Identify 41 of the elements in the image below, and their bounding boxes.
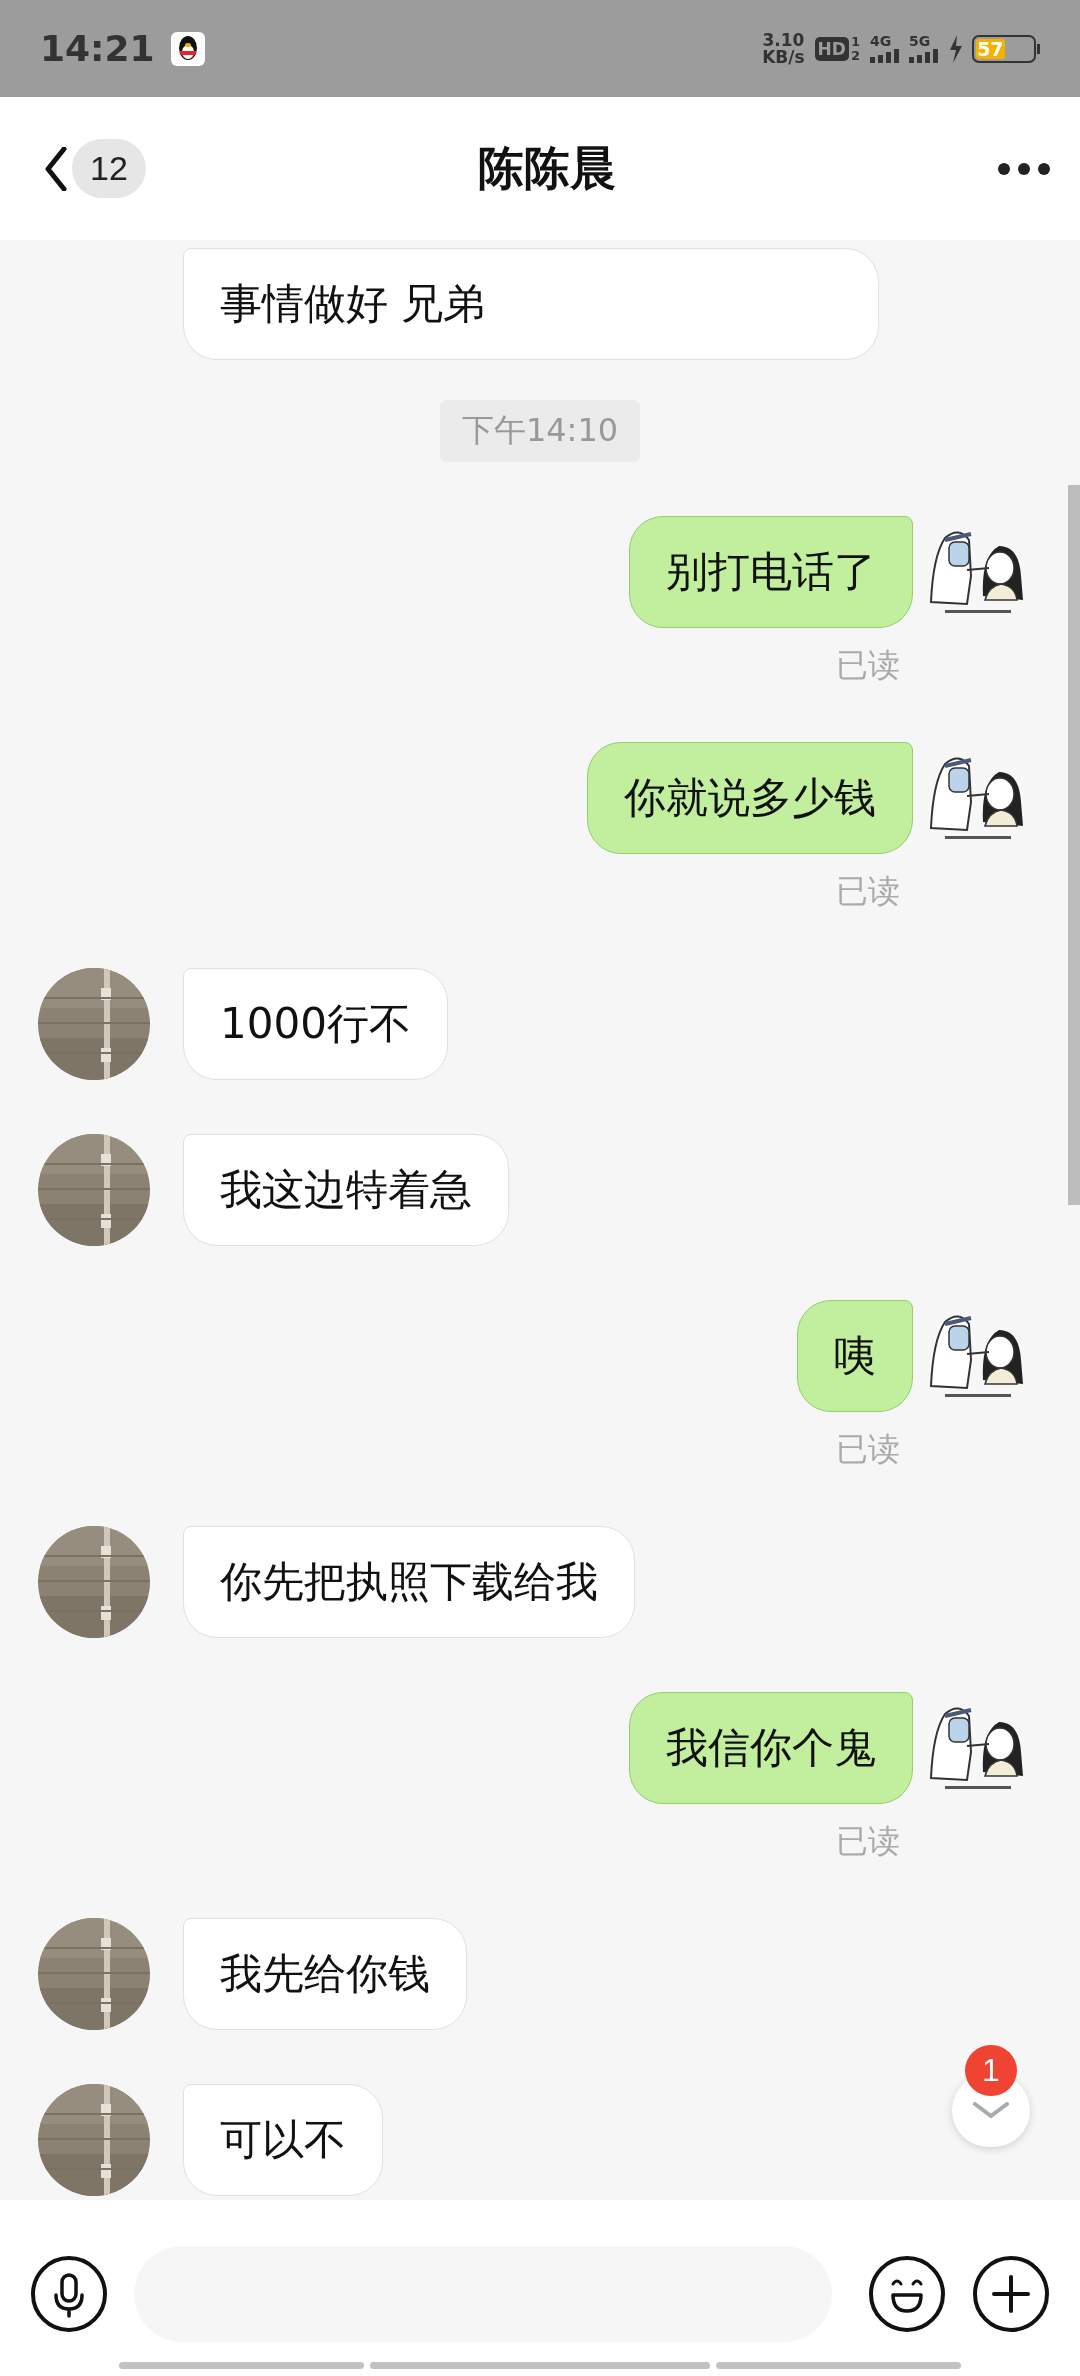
message-bubble[interactable]: 别打电话了	[629, 516, 913, 628]
read-status: 已读	[836, 871, 900, 912]
hd-badge: HD	[814, 36, 849, 61]
read-status: 已读	[836, 1429, 900, 1470]
message-bubble[interactable]: 我先给你钱	[183, 1918, 467, 2030]
message-bubble[interactable]: 我信你个鬼	[629, 1692, 913, 1804]
read-status: 已读	[836, 645, 900, 686]
message-bubble[interactable]: 你先把执照下载给我	[183, 1526, 635, 1638]
navigation-handle[interactable]	[119, 2362, 364, 2369]
network-speed: 3.10 KB/s	[762, 31, 805, 66]
message-bubble[interactable]: 事情做好 兄弟	[183, 248, 879, 360]
signal-icon	[870, 49, 899, 63]
new-message-badge: 1	[965, 2045, 1017, 2097]
network-type: 5G	[909, 34, 932, 49]
sim-label: 2	[850, 48, 860, 63]
battery-icon: 57	[972, 34, 1036, 63]
unread-count: 12	[72, 139, 146, 198]
penguin-icon	[170, 31, 205, 66]
message-bubble[interactable]: 咦	[797, 1300, 913, 1412]
network-type: 4G	[870, 34, 893, 49]
message-bubble[interactable]: 我这边特着急	[183, 1134, 509, 1246]
plus-icon[interactable]	[972, 2255, 1050, 2333]
emoji-icon[interactable]	[868, 2255, 946, 2333]
sim-label: 1	[850, 34, 860, 49]
chevron-down-icon	[973, 2102, 1009, 2120]
clock-time: 14:21	[40, 28, 155, 69]
scrollbar[interactable]	[1068, 485, 1080, 1205]
navigation-handle[interactable]	[716, 2362, 961, 2369]
read-status: 已读	[836, 1821, 900, 1862]
chat-title: 陈陈晨	[478, 139, 616, 197]
back-button[interactable]: 12	[44, 139, 146, 198]
signal-icon	[909, 49, 938, 63]
message-bubble[interactable]: 1000行不	[183, 968, 448, 1080]
timestamp: 下午14:10	[439, 400, 641, 462]
navigation-handle[interactable]	[370, 2362, 710, 2369]
charging-icon	[948, 34, 962, 63]
microphone-icon[interactable]	[30, 2255, 108, 2333]
message-bubble[interactable]: 你就说多少钱	[587, 742, 913, 854]
back-icon	[44, 146, 68, 191]
more-icon[interactable]	[998, 162, 1050, 175]
message-bubble[interactable]: 可以不	[183, 2084, 383, 2196]
